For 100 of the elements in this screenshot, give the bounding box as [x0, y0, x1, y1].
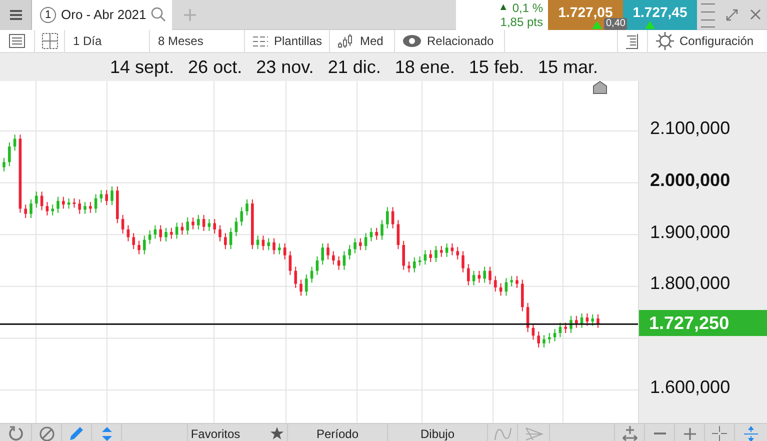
- candlestick: [143, 235, 146, 255]
- toolbar-button[interactable]: Med: [330, 30, 395, 52]
- add-tab-icon[interactable]: [184, 8, 196, 20]
- candlestick: [40, 191, 44, 211]
- candlestick: [229, 227, 232, 250]
- candlestick: [570, 315, 572, 334]
- candlestick: [380, 220, 384, 240]
- toolbar-button[interactable]: 1 Día: [65, 30, 150, 52]
- candlestick: [30, 198, 32, 219]
- date-axis-label: 15 mar.: [538, 56, 598, 78]
- toolbar-button[interactable]: Relacionado: [395, 30, 505, 52]
- candlestick: [294, 266, 297, 288]
- wave-icon: [494, 426, 512, 440]
- candlestick: [138, 240, 140, 255]
- candlestick: [110, 186, 114, 206]
- candlestick: [575, 315, 578, 328]
- candlestick: [521, 279, 524, 312]
- candlestick: [246, 198, 248, 216]
- candlestick: [300, 279, 302, 296]
- candlestick: [386, 206, 389, 229]
- expand-icon[interactable]: [726, 8, 738, 20]
- candlestick: [537, 330, 540, 348]
- bottom-menu-button[interactable]: Dibujo: [388, 424, 488, 441]
- candlestick: [467, 264, 470, 286]
- candlestick: [89, 201, 92, 214]
- candlestick: [121, 214, 124, 234]
- candlestick: [272, 238, 276, 255]
- candlestick: [408, 261, 410, 273]
- date-axis-label: 14 sept.: [110, 56, 174, 78]
- fit-vertical-icon: [744, 426, 758, 441]
- date-axis-label: 21 dic.: [328, 56, 381, 78]
- candlestick-icon: [338, 34, 354, 48]
- candlestick: [326, 242, 330, 260]
- sliders-icon: [253, 34, 268, 48]
- candlestick: [494, 276, 497, 292]
- pan-icon: [622, 426, 638, 441]
- candlestick: [240, 206, 243, 226]
- candlestick: [213, 218, 216, 234]
- candlestick: [321, 242, 324, 266]
- candlestick: [105, 190, 108, 206]
- zoom-in-icon: [684, 428, 696, 440]
- candlestick: [429, 250, 432, 263]
- candlestick: [462, 250, 464, 273]
- candlestick: [234, 217, 238, 237]
- candlestick: [35, 191, 38, 208]
- candlestick: [164, 227, 168, 242]
- candlestick: [84, 201, 86, 214]
- candlestick: [159, 224, 162, 242]
- chart-tab[interactable]: 1 Oro - Abr 2021: [32, 0, 172, 30]
- candlestick: [548, 332, 551, 344]
- toolbar-button[interactable]: Plantillas: [245, 30, 330, 52]
- date-axis-label: 26 oct.: [188, 56, 242, 78]
- candlestick: [51, 204, 54, 216]
- candlestick: [62, 196, 65, 210]
- change-points: 1,85 pts: [500, 14, 543, 28]
- candlestick: [542, 334, 546, 348]
- settings-icon: [656, 32, 674, 50]
- close-icon[interactable]: [750, 9, 761, 20]
- toolbar-button[interactable]: 8 Meses: [150, 30, 245, 52]
- candlestick: [192, 217, 194, 230]
- drag-handle-icon[interactable]: [701, 2, 715, 28]
- candlestick: [267, 238, 270, 251]
- menu-button[interactable]: [0, 0, 32, 30]
- candlestick: [2, 157, 6, 172]
- candlestick: [396, 220, 400, 250]
- candlestick: [283, 242, 286, 260]
- candlestick: [148, 230, 152, 244]
- candlestick: [591, 314, 594, 326]
- refresh-icon: [8, 426, 24, 441]
- candlestick: [516, 276, 518, 288]
- candlestick: [364, 232, 368, 251]
- tab-number: 1: [40, 6, 56, 22]
- up-down-icon: [100, 426, 112, 440]
- menu-icon: [10, 10, 22, 20]
- price-axis-label: 1.900,000: [650, 222, 730, 243]
- candlestick: [488, 266, 492, 285]
- candlestick: [483, 266, 486, 284]
- up-arrow-icon: ▲: [498, 0, 508, 14]
- candlestick: [202, 214, 206, 232]
- document-icon: [625, 33, 639, 49]
- search-icon[interactable]: [151, 7, 166, 22]
- toolbar-button[interactable]: Configuración: [648, 30, 767, 52]
- price-axis-label: 1.600,000: [650, 377, 730, 398]
- candlestick: [440, 245, 443, 258]
- price-axis-label: 1.800,000: [650, 273, 730, 294]
- star-icon: [270, 427, 284, 440]
- zoom-out-icon: [654, 432, 666, 435]
- candlestick: [359, 238, 362, 251]
- candlestick: [132, 232, 135, 250]
- layout-icon: [42, 33, 58, 49]
- candlestick: [278, 242, 281, 255]
- date-axis-label: 15 feb.: [468, 56, 524, 78]
- candlestick: [456, 246, 459, 260]
- candlestick: [375, 227, 378, 240]
- spread-badge: 0,40: [604, 18, 628, 30]
- price-axis-label: 2.100,000: [650, 118, 730, 139]
- candlestick: [224, 232, 227, 250]
- bottom-menu-button[interactable]: Favoritos: [188, 424, 288, 441]
- price-axis-label: 2.000,000: [650, 170, 730, 191]
- bottom-menu-button[interactable]: Período: [288, 424, 388, 441]
